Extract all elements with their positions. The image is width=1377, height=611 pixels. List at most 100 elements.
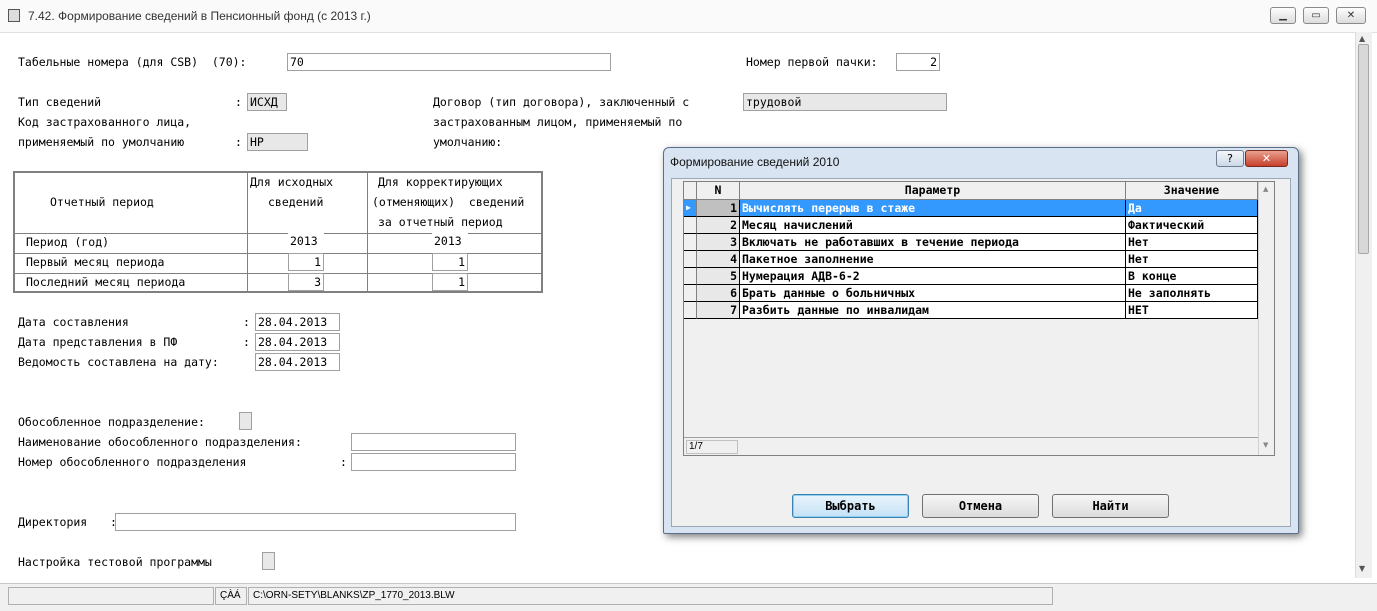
vertical-scrollbar[interactable]: ▲ ▼ <box>1355 32 1372 578</box>
row-value[interactable]: В конце <box>1126 268 1258 285</box>
info-type-label: Тип сведений <box>18 95 102 109</box>
find-button[interactable]: Найти <box>1052 494 1169 518</box>
corr-header-1: Для корректирующих <box>378 175 503 189</box>
row-value[interactable]: Фактический <box>1126 217 1258 234</box>
scroll-up-icon[interactable]: ▲ <box>1359 34 1365 43</box>
first-month-initial-input[interactable]: 1 <box>288 253 324 271</box>
table-row[interactable]: 6 Брать данные о больничных Не заполнять <box>684 285 1258 302</box>
row-number: 3 <box>697 234 740 251</box>
year-corr-input[interactable]: 2013 <box>432 233 468 251</box>
status-panel-empty <box>8 587 214 605</box>
maximize-button[interactable]: ▭ <box>1303 7 1329 24</box>
row-number: 5 <box>697 268 740 285</box>
contract-label-1: Договор (тип договора), заключенный с <box>433 95 690 109</box>
row-label-year: Период (год) <box>26 235 110 249</box>
row-number: 7 <box>697 302 740 319</box>
test-setup-checkbox[interactable] <box>262 552 275 570</box>
row-param: Вычислять перерыв в стаже <box>740 200 1126 217</box>
initial-header-2: сведений <box>268 195 324 209</box>
separate-unit-number-input[interactable] <box>351 453 516 471</box>
status-bar: ÇÀÁ C:\ORN-SETY\BLANKS\ZP_1770_2013.BLW <box>0 583 1377 611</box>
row-value[interactable]: Нет <box>1126 234 1258 251</box>
grid-scroll-up-icon[interactable]: ▲ <box>1263 185 1268 193</box>
tab-numbers-input[interactable]: 70 <box>287 53 611 71</box>
last-month-corr-input[interactable]: 1 <box>432 273 468 291</box>
separate-unit-number-label: Номер обособленного подразделения <box>18 455 247 469</box>
row-value[interactable]: НЕТ <box>1126 302 1258 319</box>
window-title: 7.42. Формирование сведений в Пенсионный… <box>28 9 371 23</box>
row-value[interactable]: Не заполнять <box>1126 285 1258 302</box>
select-button[interactable]: Выбрать <box>792 494 909 518</box>
row-value[interactable]: Да <box>1126 200 1258 217</box>
row-indicator <box>684 285 697 302</box>
date-compiled-label: Дата составления <box>18 315 129 329</box>
first-pack-input[interactable]: 2 <box>896 53 940 71</box>
close-icon: ✕ <box>1261 152 1272 165</box>
colon: : <box>243 315 250 329</box>
insured-code-label-2: применяемый по умолчанию <box>18 135 185 149</box>
table-row[interactable]: 7 Разбить данные по инвалидам НЕТ <box>684 302 1258 319</box>
table-row[interactable]: 5 Нумерация АДВ-6-2 В конце <box>684 268 1258 285</box>
statement-date-label: Ведомость составлена на дату: <box>18 355 219 369</box>
cancel-button[interactable]: Отмена <box>922 494 1039 518</box>
period-header: Отчетный период <box>50 195 154 209</box>
separate-unit-name-input[interactable] <box>351 433 516 451</box>
separate-unit-checkbox[interactable] <box>239 412 252 430</box>
dialog-close-button[interactable]: ✕ <box>1245 150 1288 167</box>
table-row[interactable]: 3 Включать не работавших в течение перио… <box>684 234 1258 251</box>
dialog-body: N Параметр Значение ▶ 1 Вычислять переры… <box>671 178 1291 527</box>
last-month-initial-input[interactable]: 3 <box>288 273 324 291</box>
help-icon: ? <box>1227 152 1233 165</box>
row-label-first-month: Первый месяц периода <box>26 255 165 269</box>
row-param: Включать не работавших в течение периода <box>740 234 1126 251</box>
contract-label-3: умолчанию: <box>433 135 503 149</box>
colon: : <box>235 95 242 109</box>
colon: : <box>235 135 242 149</box>
row-param: Нумерация АДВ-6-2 <box>740 268 1126 285</box>
grid-scroll-down-icon[interactable]: ▼ <box>1263 441 1268 449</box>
separate-unit-name-label: Наименование обособленного подразделения… <box>18 435 302 449</box>
initial-header-1: Для исходных <box>250 175 334 189</box>
statement-date-input[interactable]: 28.04.2013 <box>255 353 340 371</box>
date-compiled-input[interactable]: 28.04.2013 <box>255 313 340 331</box>
scroll-down-icon[interactable]: ▼ <box>1359 564 1365 573</box>
colon: : <box>243 335 250 349</box>
directory-input[interactable] <box>115 513 516 531</box>
grid-scrollbar[interactable]: ▲ ▼ <box>1258 182 1274 455</box>
col-n-header[interactable]: N <box>697 182 740 200</box>
row-indicator <box>684 217 697 234</box>
close-button[interactable]: ✕ <box>1336 7 1366 24</box>
year-initial-input[interactable]: 2013 <box>288 233 324 251</box>
row-number: 2 <box>697 217 740 234</box>
row-param: Месяц начислений <box>740 217 1126 234</box>
dialog-title: Формирование сведений 2010 <box>670 155 840 169</box>
row-indicator-icon: ▶ <box>684 200 697 217</box>
grid-footer: 1/7 <box>684 437 1258 455</box>
help-button[interactable]: ? <box>1216 150 1244 167</box>
col-param-header[interactable]: Параметр <box>740 182 1126 200</box>
row-indicator <box>684 234 697 251</box>
table-row[interactable]: 2 Месяц начислений Фактический <box>684 217 1258 234</box>
col-value-header[interactable]: Значение <box>1126 182 1258 200</box>
row-indicator <box>684 302 697 319</box>
contract-type-field[interactable]: трудовой <box>743 93 947 111</box>
indicator-header <box>684 182 697 200</box>
row-indicator <box>684 251 697 268</box>
directory-label: Директория <box>18 515 88 529</box>
date-submitted-input[interactable]: 28.04.2013 <box>255 333 340 351</box>
insured-code-field[interactable]: НР <box>247 133 308 151</box>
row-value[interactable]: Нет <box>1126 251 1258 268</box>
first-month-corr-input[interactable]: 1 <box>432 253 468 271</box>
scroll-thumb[interactable] <box>1358 44 1369 254</box>
colon: : <box>340 455 347 469</box>
row-param: Разбить данные по инвалидам <box>740 302 1126 319</box>
table-row[interactable]: ▶ 1 Вычислять перерыв в стаже Да <box>684 200 1258 217</box>
row-number: 1 <box>697 200 740 217</box>
info-type-field[interactable]: ИСХД <box>247 93 287 111</box>
row-indicator <box>684 268 697 285</box>
minimize-button[interactable]: ▁ <box>1270 7 1296 24</box>
table-row[interactable]: 4 Пакетное заполнение Нет <box>684 251 1258 268</box>
tab-numbers-label: Табельные номера (для CSB) (70): <box>18 55 247 69</box>
separate-unit-label: Обособленное подразделение: <box>18 415 205 429</box>
params-grid[interactable]: N Параметр Значение ▶ 1 Вычислять переры… <box>683 181 1275 456</box>
